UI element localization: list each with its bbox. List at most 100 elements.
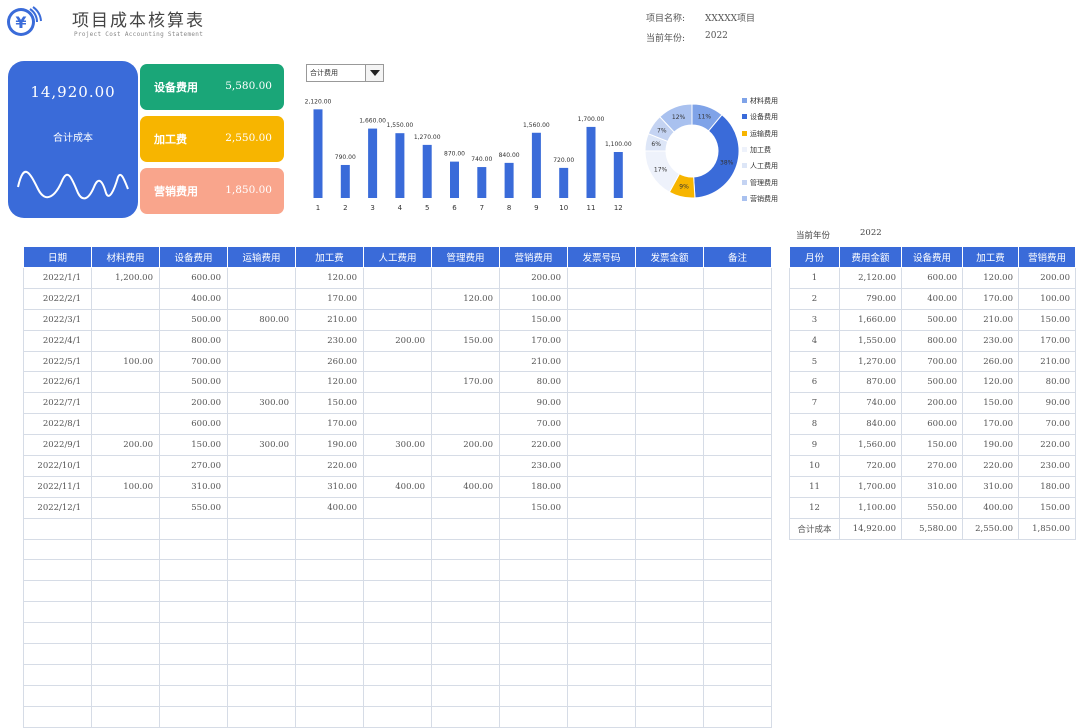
table-cell[interactable] — [91, 308, 160, 331]
table-cell[interactable] — [499, 538, 568, 561]
table-cell[interactable] — [295, 517, 364, 540]
table-cell[interactable]: 170.00 — [962, 413, 1019, 436]
table-cell[interactable]: 70.00 — [1018, 413, 1076, 436]
table-cell[interactable] — [703, 350, 772, 373]
table-cell[interactable] — [703, 517, 772, 540]
table-cell[interactable] — [91, 705, 160, 728]
table-cell[interactable]: 600.00 — [159, 267, 228, 289]
table-cell[interactable] — [567, 601, 636, 624]
table-cell[interactable] — [635, 392, 704, 415]
table-cell[interactable] — [431, 350, 500, 373]
table-cell[interactable] — [91, 622, 160, 645]
table-cell[interactable]: 310.00 — [159, 475, 228, 498]
table-cell[interactable]: 170.00 — [499, 329, 568, 352]
table-cell[interactable]: 550.00 — [159, 496, 228, 519]
column-header[interactable]: 材料费用 — [91, 246, 160, 268]
cost-type-dropdown[interactable]: 合计费用 — [306, 64, 384, 82]
table-cell[interactable]: 400.00 — [295, 496, 364, 519]
table-cell[interactable] — [159, 684, 228, 707]
table-cell[interactable]: 270.00 — [159, 455, 228, 477]
table-cell[interactable] — [91, 559, 160, 582]
table-cell[interactable] — [431, 663, 500, 686]
table-cell[interactable]: 720.00 — [839, 455, 902, 477]
table-cell[interactable]: 2022/7/1 — [23, 392, 92, 415]
table-cell[interactable] — [363, 705, 432, 728]
table-cell[interactable]: 2,550.00 — [962, 517, 1019, 540]
table-cell[interactable]: 9 — [789, 434, 840, 457]
table-cell[interactable] — [635, 705, 704, 728]
table-cell[interactable]: 4 — [789, 329, 840, 352]
table-cell[interactable]: 3 — [789, 308, 840, 331]
table-cell[interactable] — [159, 601, 228, 624]
table-cell[interactable] — [227, 455, 296, 477]
bar[interactable] — [531, 132, 541, 198]
table-cell[interactable]: 400.00 — [901, 287, 963, 310]
table-cell[interactable]: 220.00 — [499, 434, 568, 457]
table-cell[interactable] — [91, 329, 160, 352]
table-cell[interactable] — [91, 538, 160, 561]
table-cell[interactable]: 230.00 — [962, 329, 1019, 352]
table-cell[interactable] — [499, 643, 568, 665]
table-cell[interactable] — [703, 267, 772, 289]
table-cell[interactable] — [295, 580, 364, 603]
table-cell[interactable]: 14,920.00 — [839, 517, 902, 540]
table-cell[interactable] — [567, 538, 636, 561]
table-cell[interactable] — [159, 559, 228, 582]
donut-slice[interactable] — [693, 114, 740, 199]
table-cell[interactable] — [431, 580, 500, 603]
table-cell[interactable]: 170.00 — [295, 287, 364, 310]
table-cell[interactable] — [227, 475, 296, 498]
table-cell[interactable] — [363, 392, 432, 415]
table-cell[interactable]: 210.00 — [499, 350, 568, 373]
table-cell[interactable] — [227, 538, 296, 561]
table-cell[interactable]: 200.00 — [363, 329, 432, 352]
table-cell[interactable] — [567, 413, 636, 436]
table-cell[interactable] — [567, 580, 636, 603]
table-cell[interactable]: 190.00 — [962, 434, 1019, 457]
table-cell[interactable]: 230.00 — [499, 455, 568, 477]
table-cell[interactable] — [431, 622, 500, 645]
table-cell[interactable]: 2022/3/1 — [23, 308, 92, 331]
table-cell[interactable] — [703, 392, 772, 415]
table-cell[interactable] — [23, 643, 92, 665]
table-cell[interactable] — [703, 684, 772, 707]
table-cell[interactable]: 300.00 — [227, 392, 296, 415]
table-cell[interactable] — [91, 663, 160, 686]
table-cell[interactable]: 500.00 — [901, 371, 963, 394]
column-header[interactable]: 运输费用 — [227, 246, 296, 268]
table-cell[interactable] — [703, 475, 772, 498]
table-cell[interactable]: 800.00 — [227, 308, 296, 331]
table-cell[interactable] — [227, 559, 296, 582]
table-cell[interactable]: 5 — [789, 350, 840, 373]
table-cell[interactable]: 120.00 — [431, 287, 500, 310]
column-header[interactable]: 日期 — [23, 246, 92, 268]
table-cell[interactable] — [295, 559, 364, 582]
table-cell[interactable]: 600.00 — [159, 413, 228, 436]
table-cell[interactable] — [23, 663, 92, 686]
column-header[interactable]: 费用金额 — [839, 246, 902, 268]
column-header[interactable]: 加工费 — [962, 246, 1019, 268]
table-cell[interactable] — [295, 663, 364, 686]
table-cell[interactable]: 270.00 — [901, 455, 963, 477]
table-cell[interactable]: 200.00 — [159, 392, 228, 415]
table-cell[interactable] — [227, 413, 296, 436]
table-cell[interactable] — [567, 267, 636, 289]
table-cell[interactable]: 100.00 — [91, 475, 160, 498]
table-cell[interactable] — [567, 643, 636, 665]
table-cell[interactable]: 2022/6/1 — [23, 371, 92, 394]
table-cell[interactable] — [703, 371, 772, 394]
table-cell[interactable] — [227, 601, 296, 624]
table-cell[interactable]: 100.00 — [499, 287, 568, 310]
table-cell[interactable] — [227, 663, 296, 686]
table-cell[interactable]: 790.00 — [839, 287, 902, 310]
table-cell[interactable]: 90.00 — [1018, 392, 1076, 415]
table-cell[interactable] — [363, 455, 432, 477]
table-cell[interactable]: 2022/9/1 — [23, 434, 92, 457]
table-cell[interactable] — [567, 308, 636, 331]
table-cell[interactable] — [567, 663, 636, 686]
table-cell[interactable] — [91, 287, 160, 310]
table-cell[interactable] — [227, 287, 296, 310]
table-cell[interactable] — [431, 517, 500, 540]
table-cell[interactable] — [567, 705, 636, 728]
table-cell[interactable]: 210.00 — [962, 308, 1019, 331]
